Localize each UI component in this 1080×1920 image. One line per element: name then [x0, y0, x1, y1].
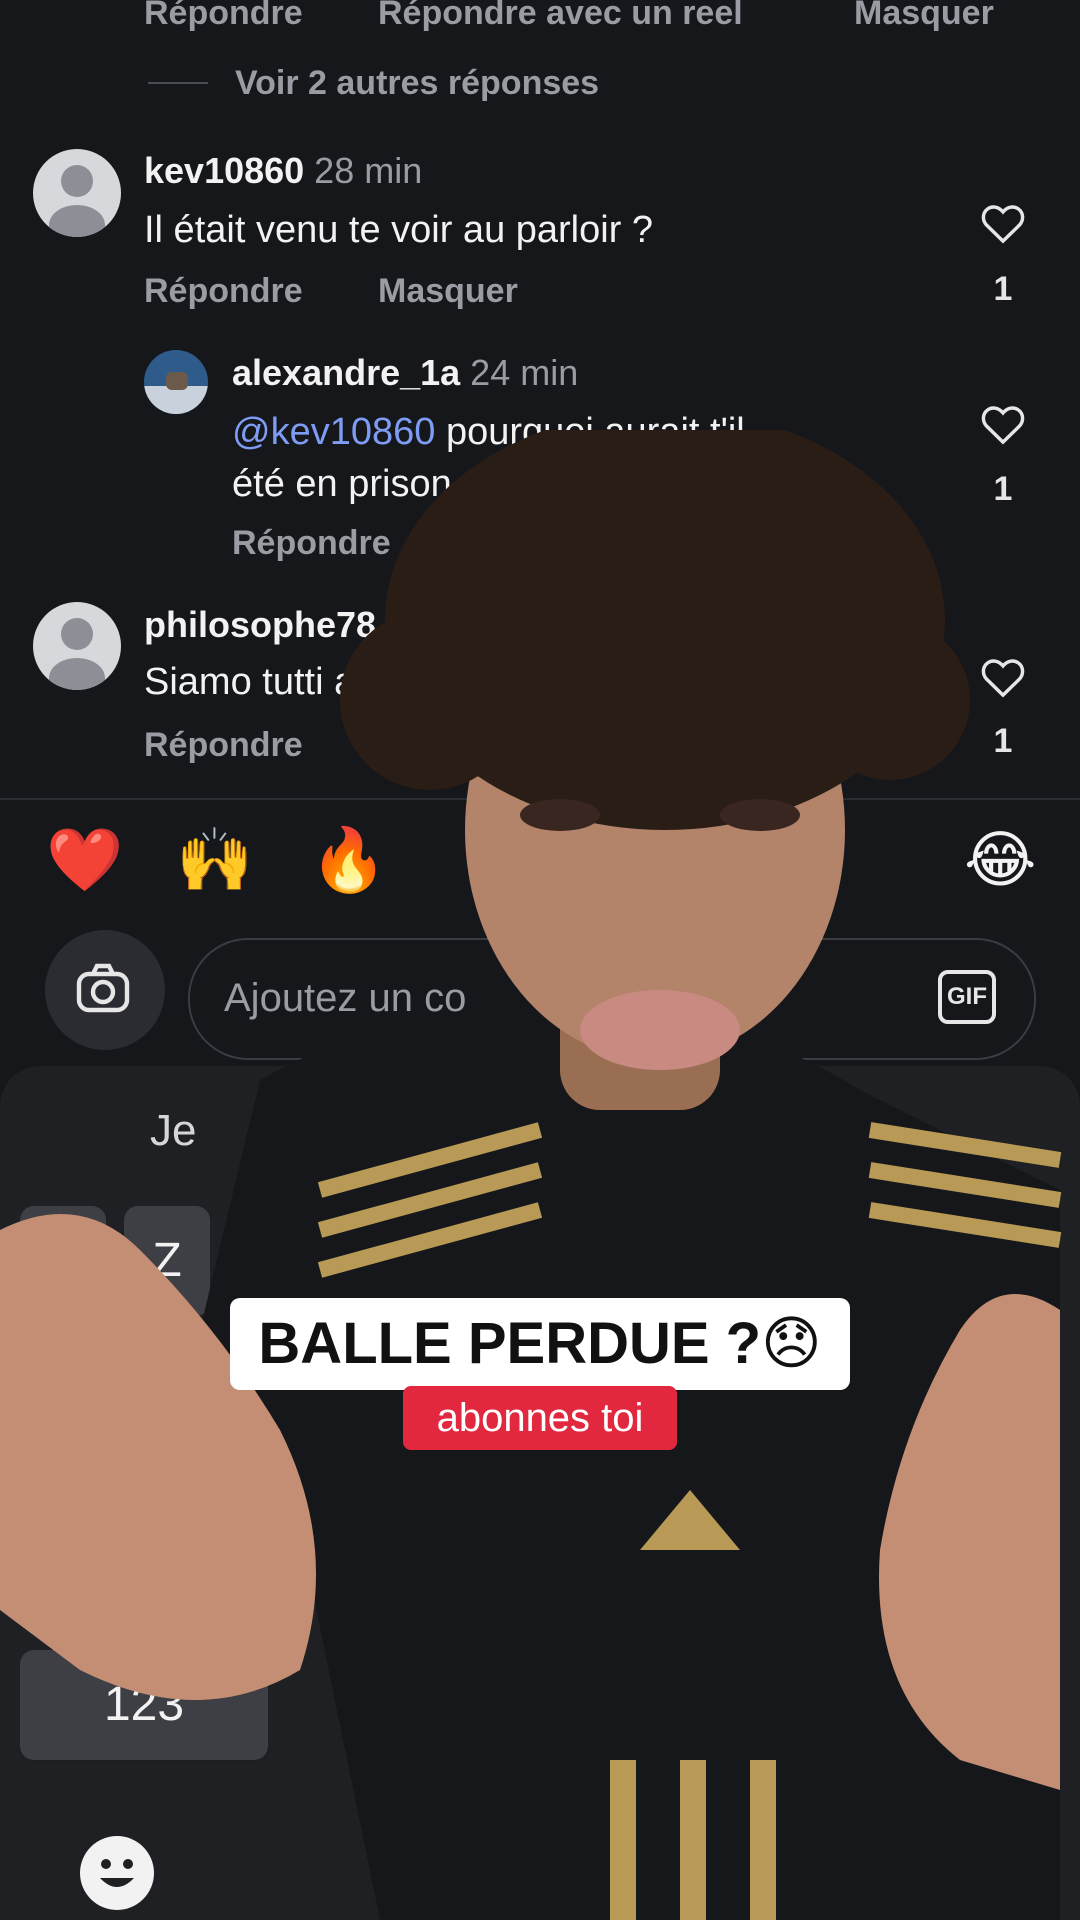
comment-header: alexandre_1a 24 min — [232, 352, 578, 394]
follow-tag: abonnes toi — [403, 1386, 677, 1450]
top-reply-button[interactable]: Répondre — [144, 0, 303, 33]
video-caption-text: BALLE PERDUE ?😞 — [258, 1311, 822, 1376]
view-more-replies-link[interactable]: Voir 2 autres réponses — [235, 64, 599, 103]
comment-time: 28 min — [314, 150, 423, 191]
top-reply-reel-button[interactable]: Répondre avec un reel — [378, 0, 743, 33]
more-replies-divider — [148, 82, 208, 84]
follow-tag-text: abonnes toi — [436, 1396, 644, 1440]
heart-icon[interactable] — [980, 202, 1026, 244]
creator-video-overlay — [0, 430, 1062, 1920]
like-count: 1 — [993, 270, 1013, 308]
comment-time: 24 min — [470, 352, 579, 393]
comment-text: Il était venu te voir au parloir ? — [144, 209, 654, 251]
username[interactable]: kev10860 — [144, 150, 304, 191]
video-caption: BALLE PERDUE ?😞 — [230, 1298, 850, 1390]
username[interactable]: alexandre_1a — [232, 352, 460, 393]
avatar[interactable] — [33, 149, 121, 237]
hide-button[interactable]: Masquer — [378, 272, 518, 311]
reply-button[interactable]: Répondre — [144, 272, 303, 311]
avatar[interactable] — [144, 350, 208, 414]
top-hide-button[interactable]: Masquer — [854, 0, 994, 33]
comment-header: kev10860 28 min — [144, 150, 422, 192]
